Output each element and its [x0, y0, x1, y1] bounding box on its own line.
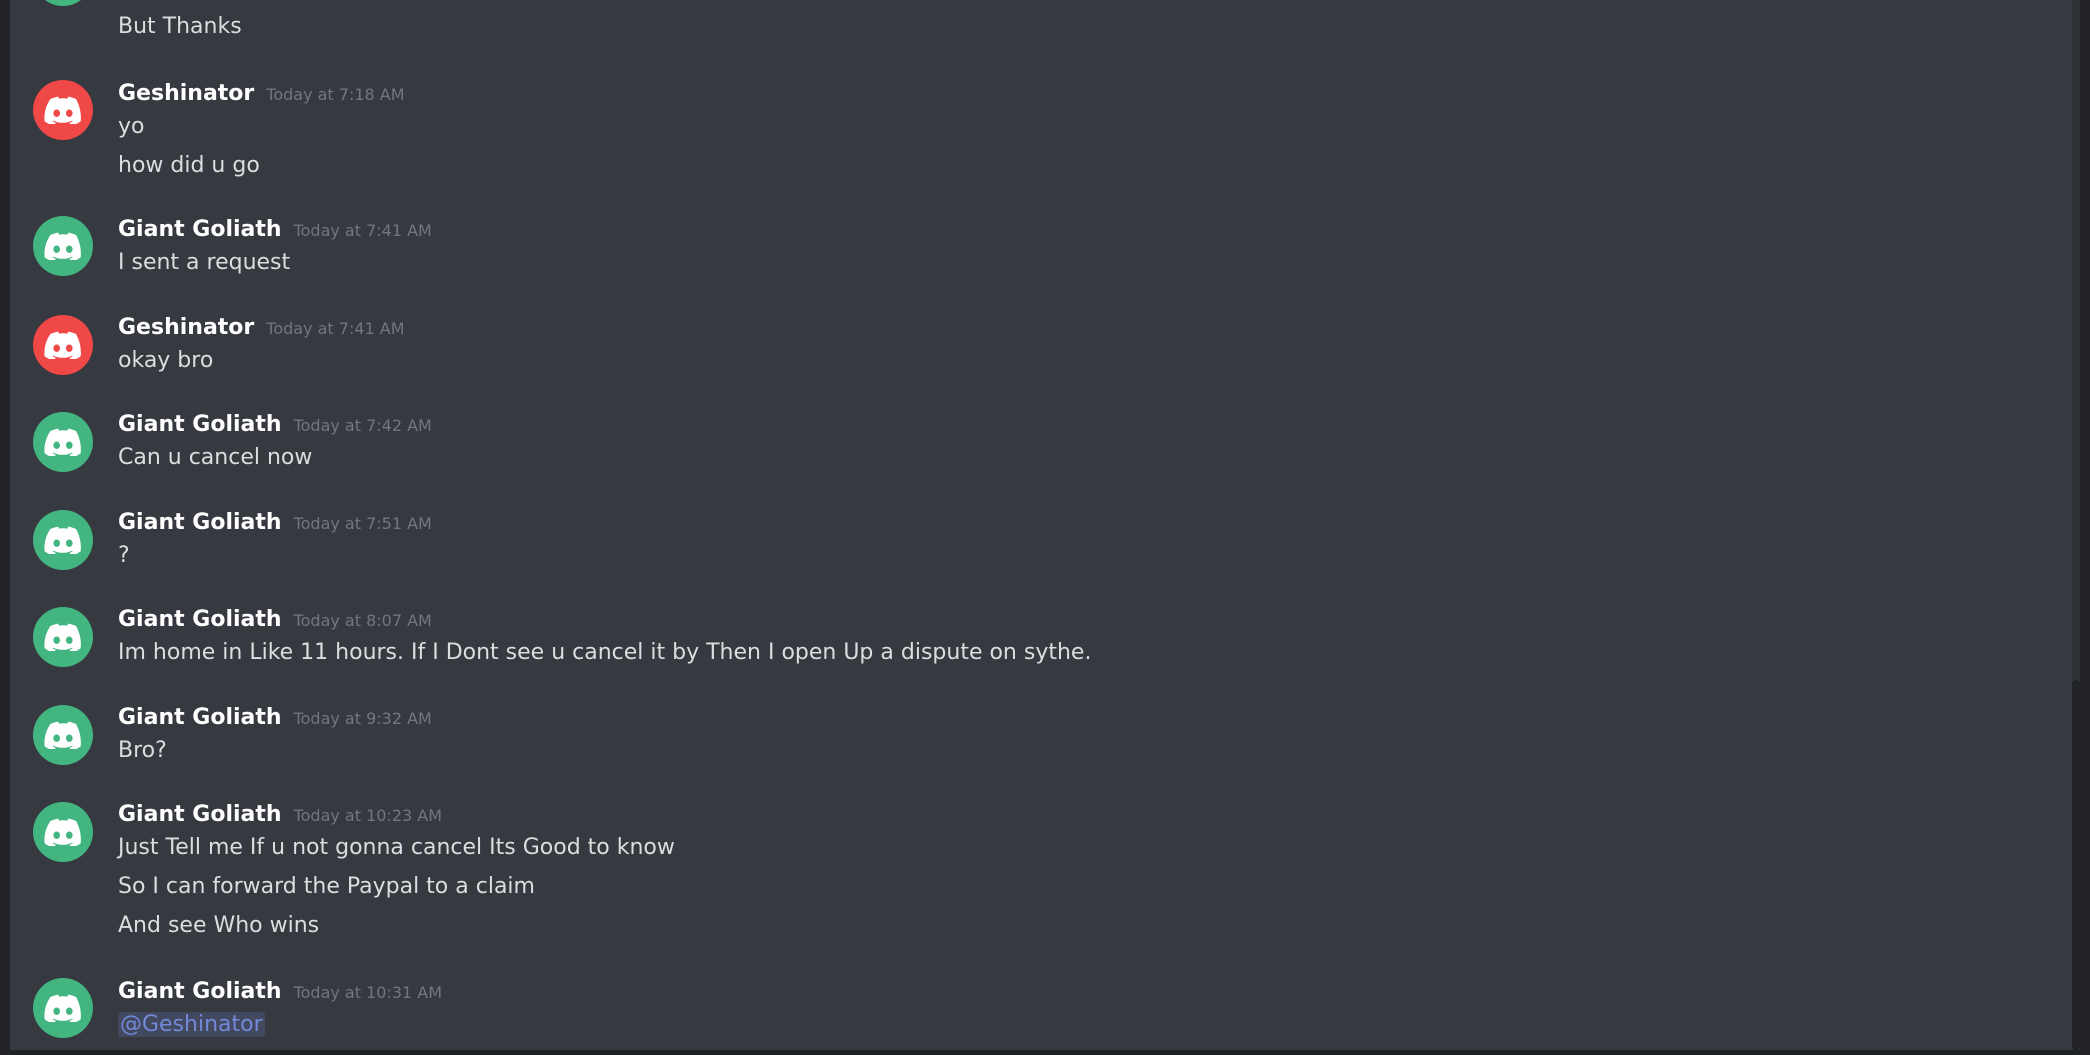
message-header: Geshinator Today at 7:18 AM [118, 81, 405, 106]
message-text: So I can forward the Paypal to a claim [118, 874, 535, 899]
timestamp: Today at 8:07 AM [293, 611, 432, 630]
discord-logo-icon [44, 994, 81, 1022]
message-text: ? [118, 543, 130, 568]
scrollbar-track[interactable] [2072, 0, 2080, 1050]
avatar[interactable] [33, 802, 93, 862]
message-text: Just Tell me If u not gonna cancel Its G… [118, 835, 675, 860]
timestamp: Today at 7:51 AM [293, 514, 432, 533]
message-text: Bro? [118, 738, 167, 763]
chat-message-list[interactable]: But Thanks Geshinator Today at 7:18 AM yo… [10, 0, 2080, 1050]
message-text: And see Who wins [118, 913, 320, 938]
discord-logo-icon [44, 96, 81, 124]
discord-logo-icon [44, 623, 81, 651]
author-name[interactable]: Giant Goliath [118, 412, 282, 437]
avatar[interactable] [33, 412, 93, 472]
message-text: yo [118, 114, 145, 139]
timestamp: Today at 7:42 AM [293, 416, 432, 435]
message-header: Giant Goliath Today at 8:07 AM [118, 607, 432, 632]
timestamp: Today at 10:31 AM [293, 983, 443, 1002]
message-header: Giant Goliath Today at 10:23 AM [118, 802, 442, 827]
avatar[interactable] [33, 80, 93, 140]
timestamp: Today at 9:32 AM [293, 709, 432, 728]
message-text: how did u go [118, 153, 260, 178]
timestamp: Today at 7:18 AM [266, 85, 405, 104]
message-text: Can u cancel now [118, 445, 313, 470]
message-header: Giant Goliath Today at 9:32 AM [118, 705, 432, 730]
message-text: But Thanks [118, 14, 242, 39]
author-name[interactable]: Giant Goliath [118, 607, 282, 632]
timestamp: Today at 7:41 AM [266, 319, 405, 338]
avatar[interactable] [33, 510, 93, 570]
author-name[interactable]: Giant Goliath [118, 217, 282, 242]
discord-logo-icon [44, 818, 81, 846]
avatar[interactable] [33, 607, 93, 667]
scrollbar-thumb[interactable] [2072, 680, 2080, 1050]
author-name[interactable]: Giant Goliath [118, 510, 282, 535]
message-text: okay bro [118, 348, 214, 373]
author-name[interactable]: Geshinator [118, 81, 254, 106]
discord-logo-icon [44, 331, 81, 359]
avatar[interactable] [33, 216, 93, 276]
avatar[interactable] [33, 0, 93, 6]
discord-logo-icon [44, 526, 81, 554]
message-header: Giant Goliath Today at 7:41 AM [118, 217, 432, 242]
message-text: I sent a request [118, 250, 291, 275]
user-mention[interactable]: @Geshinator [118, 1012, 265, 1037]
author-name[interactable]: Geshinator [118, 315, 254, 340]
message-text: Im home in Like 11 hours. If I Dont see … [118, 640, 1092, 665]
timestamp: Today at 7:41 AM [293, 221, 432, 240]
author-name[interactable]: Giant Goliath [118, 705, 282, 730]
discord-logo-icon [44, 428, 81, 456]
discord-logo-icon [44, 721, 81, 749]
author-name[interactable]: Giant Goliath [118, 802, 282, 827]
message-header: Giant Goliath Today at 7:51 AM [118, 510, 432, 535]
author-name[interactable]: Giant Goliath [118, 979, 282, 1004]
message-header: Giant Goliath Today at 7:42 AM [118, 412, 432, 437]
avatar[interactable] [33, 705, 93, 765]
timestamp: Today at 10:23 AM [293, 806, 443, 825]
message-header: Giant Goliath Today at 10:31 AM [118, 979, 442, 1004]
avatar[interactable] [33, 315, 93, 375]
message-text: @Geshinator [118, 1012, 265, 1037]
discord-logo-icon [44, 232, 81, 260]
avatar[interactable] [33, 978, 93, 1038]
message-header: Geshinator Today at 7:41 AM [118, 315, 405, 340]
